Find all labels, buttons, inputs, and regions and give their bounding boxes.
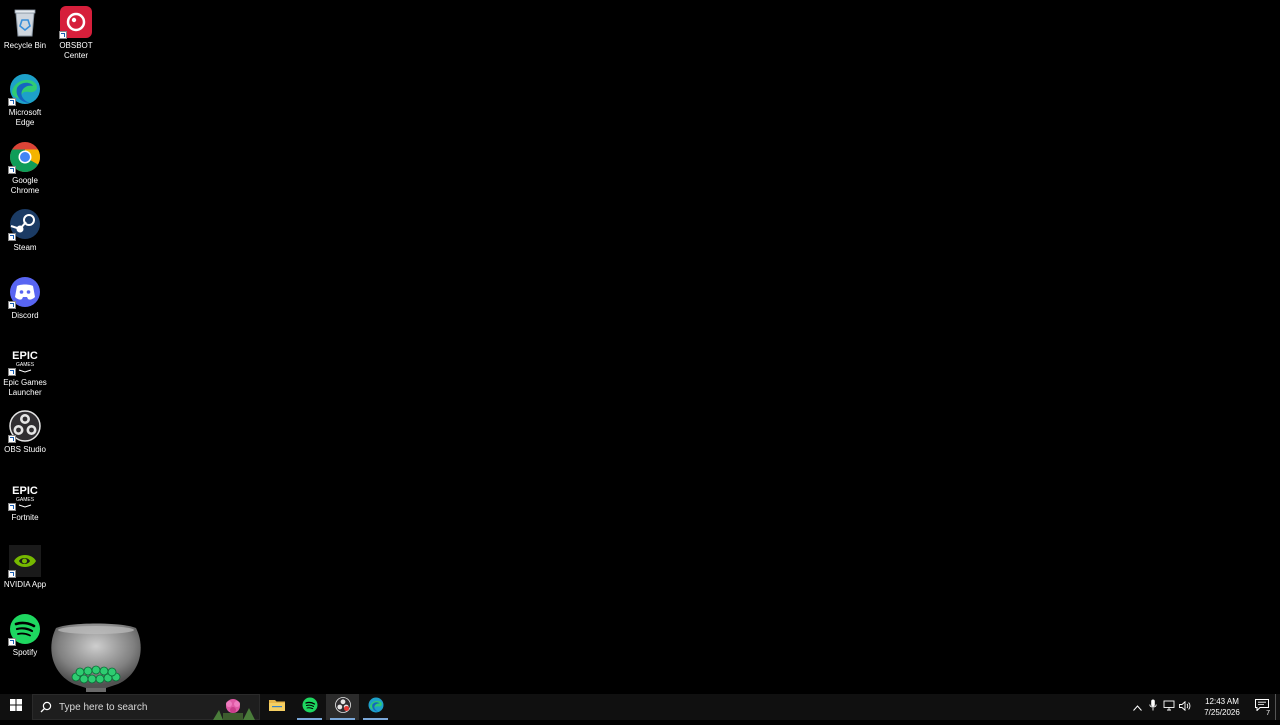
microphone-icon <box>1149 698 1157 716</box>
search-highlight-image <box>209 696 257 720</box>
epic-games-icon: EPIC GAMES <box>8 342 42 376</box>
start-button[interactable] <box>0 694 32 720</box>
volume-tray-button[interactable] <box>1177 694 1193 720</box>
taskbar-obs-studio[interactable] <box>326 694 359 720</box>
svg-text:GAMES: GAMES <box>16 497 35 503</box>
desktop-icon-label: Fortnite <box>11 513 39 522</box>
shortcut-arrow-icon <box>8 638 16 646</box>
obsbot-icon <box>59 5 93 39</box>
microphone-tray-button[interactable] <box>1145 694 1161 720</box>
svg-text:GAMES: GAMES <box>16 362 35 368</box>
svg-text:EPIC: EPIC <box>12 350 38 362</box>
desktop-icon-epic-games-launcher[interactable]: EPIC GAMES Epic Games Launcher <box>0 339 50 398</box>
clock-time: 12:43 AM <box>1205 697 1239 706</box>
taskbar-file-explorer[interactable] <box>260 694 293 720</box>
search-input[interactable] <box>59 701 209 713</box>
taskbar-microsoft-edge[interactable] <box>359 694 392 720</box>
shortcut-arrow-icon <box>59 31 67 39</box>
desktop-icon-label: OBS Studio <box>4 445 46 454</box>
spotify-icon <box>302 697 318 718</box>
epic-games-icon: EPIC GAMES <box>8 477 42 511</box>
discord-icon <box>8 275 42 309</box>
action-center-button[interactable]: 7 <box>1251 694 1273 720</box>
desktop-icon-label: OBSBOT Center <box>59 41 93 60</box>
speaker-icon <box>1179 698 1191 716</box>
taskbar: 12:43 AM 7/25/2026 7 <box>0 694 1280 720</box>
shortcut-arrow-icon <box>8 368 16 376</box>
desktop-icon-label: Google Chrome <box>10 176 40 195</box>
desktop-icon-obs-studio[interactable]: OBS Studio <box>0 406 50 455</box>
recycle-bin-icon <box>8 5 42 39</box>
shortcut-arrow-icon <box>8 570 16 578</box>
desktop-icon-recycle-bin[interactable]: Recycle Bin <box>0 2 50 51</box>
desktop: Recycle Bin OBSBOT Center Microsoft Edge <box>0 0 1280 694</box>
shortcut-arrow-icon <box>8 98 16 106</box>
desktop-icon-label: Epic Games Launcher <box>3 378 47 397</box>
show-desktop-button[interactable] <box>1275 694 1280 720</box>
taskbar-clock[interactable]: 12:43 AM 7/25/2026 <box>1197 696 1247 718</box>
chrome-icon <box>8 140 42 174</box>
network-icon <box>1163 698 1175 716</box>
shortcut-arrow-icon <box>8 301 16 309</box>
desktop-icon-nvidia-app[interactable]: NVIDIA App <box>0 541 50 590</box>
desktop-icon-label: Discord <box>11 311 39 320</box>
desktop-icon-discord[interactable]: Discord <box>0 272 50 321</box>
desktop-icon-obsbot-center[interactable]: OBSBOT Center <box>51 2 101 61</box>
desktop-icon-label: Steam <box>13 243 37 252</box>
steam-icon <box>8 207 42 241</box>
desktop-icon-spotify[interactable]: Spotify <box>0 609 50 658</box>
nvidia-icon <box>8 544 42 578</box>
desktop-icon-fortnite[interactable]: EPIC GAMES Fortnite <box>0 474 50 523</box>
folder-icon <box>268 698 285 717</box>
desktop-icon-label: Microsoft Edge <box>8 108 42 127</box>
desktop-icon-google-chrome[interactable]: Google Chrome <box>0 137 50 196</box>
edge-icon <box>8 72 42 106</box>
desktop-icon-microsoft-edge[interactable]: Microsoft Edge <box>0 69 50 128</box>
windows-logo-icon <box>10 698 22 716</box>
obs-studio-icon <box>8 409 42 443</box>
desktop-icon-label: NVIDIA App <box>3 580 47 589</box>
shortcut-arrow-icon <box>8 503 16 511</box>
shortcut-arrow-icon <box>8 435 16 443</box>
clock-date: 7/25/2026 <box>1204 708 1240 717</box>
obs-studio-icon <box>334 696 351 718</box>
network-tray-button[interactable] <box>1161 694 1177 720</box>
taskbar-search-box[interactable] <box>32 694 260 720</box>
shortcut-arrow-icon <box>8 166 16 174</box>
shortcut-arrow-icon <box>8 233 16 241</box>
spotify-icon <box>8 612 42 646</box>
desktop-icon-steam[interactable]: Steam <box>0 204 50 253</box>
show-hidden-icons-button[interactable] <box>1129 694 1145 720</box>
chevron-up-icon <box>1132 698 1142 716</box>
search-icon <box>33 694 59 720</box>
system-tray: 12:43 AM 7/25/2026 7 <box>1129 694 1280 720</box>
svg-text:EPIC: EPIC <box>12 485 38 497</box>
desktop-icon-label: Recycle Bin <box>3 41 47 50</box>
desktop-icon-label: Spotify <box>12 648 38 657</box>
glass-bowl-widget[interactable] <box>48 622 144 694</box>
notification-count-badge: 7 <box>1266 710 1270 717</box>
taskbar-spotify[interactable] <box>293 694 326 720</box>
edge-icon <box>368 697 384 718</box>
